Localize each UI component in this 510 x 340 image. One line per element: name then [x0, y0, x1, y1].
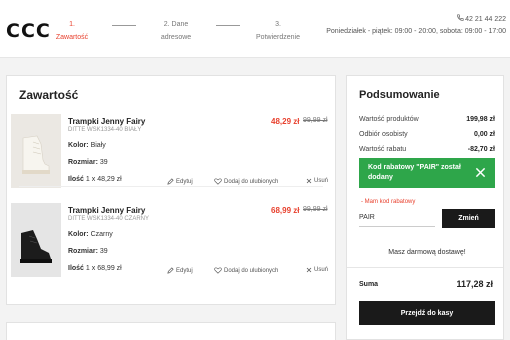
summary-row-discount: Wartość rabatu -82,70 zł — [359, 146, 495, 153]
product-price: 48,29 zł — [271, 117, 300, 126]
divider — [19, 186, 323, 187]
total-label: Suma — [359, 281, 379, 288]
heart-icon — [214, 178, 222, 185]
white-sneaker-image — [11, 114, 61, 188]
promo-message: Kod rabatowy "PAIR" został dodany — [368, 164, 461, 181]
summary-row-pickup: Odbiór osobisty 0,00 zł — [359, 131, 495, 138]
step-confirmation: 3. Potwierdzenie — [248, 18, 308, 44]
step-address: 2. Dane adresowe — [146, 18, 206, 44]
cart-item: Trampki Jenny Fairy DITTE WSK1334-40 BIA… — [7, 114, 337, 190]
pencil-icon — [167, 267, 174, 274]
product-size: Rozmiar: 39 — [68, 159, 108, 166]
edit-button[interactable]: Edytuj — [167, 267, 193, 274]
step-number: 3. — [275, 21, 281, 28]
close-icon — [306, 267, 312, 273]
row-label: Wartość rabatu — [359, 146, 407, 153]
product-old-price: 99,99 zł — [303, 117, 328, 124]
step-label: adresowe — [160, 34, 192, 41]
phone-icon — [457, 14, 464, 21]
add-to-favorites-button[interactable]: Dodaj do ulubionych — [214, 178, 278, 185]
order-summary-panel: Podsumowanie Wartość produktów 199,98 zł… — [346, 75, 504, 340]
total-value: 117,28 zł — [456, 279, 493, 289]
product-quantity: Ilość 1 x 48,29 zł — [68, 176, 122, 183]
cart-item: Trampki Jenny Fairy DITTE WSK1334-40 CZA… — [7, 203, 337, 279]
close-icon — [306, 178, 312, 184]
cart-title: Zawartość — [19, 88, 79, 102]
close-icon[interactable] — [475, 167, 486, 178]
edit-button[interactable]: Edytuj — [167, 178, 193, 185]
free-shipping-message: Masz darmową dostawę! — [388, 249, 466, 256]
black-sneaker-image — [11, 203, 61, 277]
step-label: Zawartość — [55, 34, 89, 41]
remove-button[interactable]: Usuń — [306, 267, 328, 273]
product-sku: DITTE WSK1334-40 CZARNY — [68, 216, 150, 222]
step-number: 2. Dane — [163, 21, 189, 28]
step-connector — [112, 25, 136, 26]
phone-line[interactable]: 42 21 44 222 — [316, 14, 506, 26]
promo-code-success-banner: Kod rabatowy "PAIR" został dodany — [359, 158, 495, 188]
product-quantity: Ilość 1 x 68,99 zł — [68, 265, 122, 272]
remove-button[interactable]: Usuń — [306, 178, 328, 184]
step-number: 1. — [69, 21, 75, 28]
row-label: Wartość produktów — [359, 116, 419, 123]
cart-contents-panel: Zawartość Trampki Jenny Fairy DITTE WSK1… — [6, 75, 336, 305]
add-to-favorites-button[interactable]: Dodaj do ulubionych — [214, 267, 278, 274]
product-price: 68,99 zł — [271, 206, 300, 215]
row-label: Odbiór osobisty — [359, 131, 408, 138]
product-color: Kolor: Biały — [68, 142, 106, 149]
change-code-button[interactable]: Zmień — [442, 209, 495, 228]
summary-row-products: Wartość produktów 199,98 zł — [359, 116, 495, 123]
pencil-icon — [167, 178, 174, 185]
phone-number: 42 21 44 222 — [465, 16, 506, 23]
divider — [347, 267, 503, 268]
step-label: Potwierdzenie — [256, 34, 300, 41]
product-image-white-sneaker[interactable] — [11, 114, 61, 188]
row-value: 199,98 zł — [466, 116, 495, 123]
product-image-black-sneaker[interactable] — [11, 203, 61, 277]
step-connector — [216, 25, 240, 26]
row-value: -82,70 zł — [467, 146, 495, 153]
heart-icon — [214, 267, 222, 274]
have-discount-code-link[interactable]: - Mam kod rabatowy — [361, 199, 415, 205]
product-color: Kolor: Czarny — [68, 231, 113, 238]
header: ccc 1. Zawartość 2. Dane adresowe 3. Pot… — [0, 0, 510, 58]
checkout-button[interactable]: Przejdź do kasy — [359, 301, 495, 325]
product-size: Rozmiar: 39 — [68, 248, 108, 255]
opening-hours: Poniedziałek - piątek: 09:00 - 20:00, so… — [326, 28, 506, 35]
product-name[interactable]: Trampki Jenny Fairy — [68, 206, 145, 215]
secondary-panel — [6, 322, 336, 340]
product-sku: DITTE WSK1334-40 BIAŁY — [68, 127, 142, 133]
summary-title: Podsumowanie — [359, 89, 440, 101]
product-name[interactable]: Trampki Jenny Fairy — [68, 117, 145, 126]
contact-info: 42 21 44 222 Poniedziałek - piątek: 09:0… — [316, 14, 506, 38]
row-value: 0,00 zł — [473, 131, 495, 138]
product-old-price: 99,99 zł — [303, 206, 328, 213]
discount-code-input[interactable] — [359, 209, 435, 227]
step-contents[interactable]: 1. Zawartość — [42, 18, 102, 44]
